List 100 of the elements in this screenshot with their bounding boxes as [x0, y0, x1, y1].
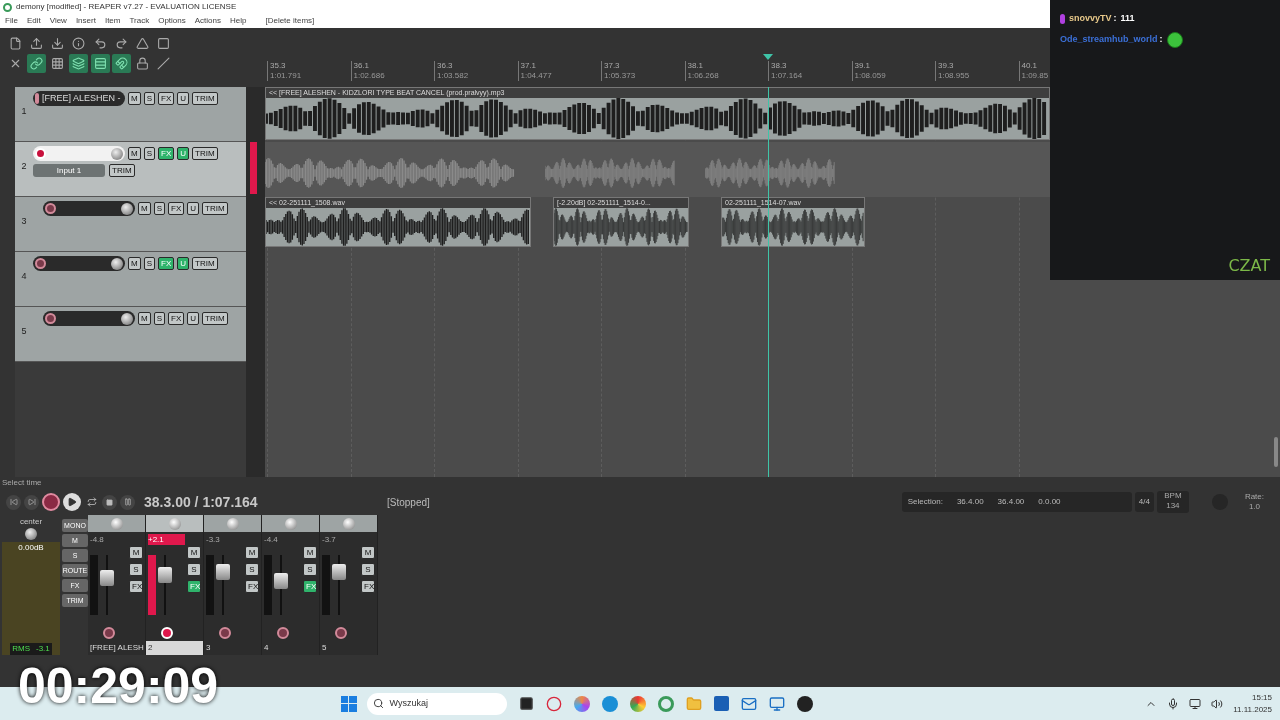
menu-item[interactable]: View [49, 15, 67, 27]
input-select[interactable]: Input 1 [33, 164, 105, 177]
scrollbar[interactable] [1274, 437, 1278, 467]
fader-track[interactable] [332, 555, 346, 615]
track-name-field[interactable] [33, 256, 125, 271]
task-view-icon[interactable] [518, 696, 534, 711]
app-icon[interactable] [796, 695, 813, 712]
trim-button[interactable]: TRIM [192, 257, 218, 270]
mute-button[interactable]: M [187, 546, 201, 559]
menu-item[interactable]: [Delete items] [265, 15, 315, 27]
phase-button[interactable]: U [177, 92, 190, 105]
solo-button[interactable]: S [245, 563, 259, 576]
microphone-icon[interactable] [1167, 697, 1180, 710]
tempo-value[interactable]: 134 [1166, 501, 1180, 511]
track-name-field[interactable] [43, 201, 135, 216]
selection-length[interactable]: 0.0.00 [1038, 496, 1061, 508]
selection-start[interactable]: 36.4.00 [956, 496, 984, 508]
solo-button[interactable]: S [361, 563, 375, 576]
channel-label[interactable]: 5 [320, 641, 377, 655]
fx-button[interactable]: FX [245, 580, 259, 593]
stop-icon[interactable] [102, 494, 117, 510]
go-to-end-icon[interactable] [24, 494, 39, 510]
play-icon[interactable] [63, 493, 81, 511]
track-header[interactable]: 2 M S FX U TRIM Input 1 TRIM [15, 142, 246, 197]
time-signature[interactable]: 4/4 [1134, 492, 1154, 512]
mute-button[interactable]: M [129, 546, 143, 559]
pause-icon[interactable] [120, 494, 135, 510]
solo-button[interactable]: S [143, 257, 155, 270]
mute-button[interactable]: M [128, 147, 141, 160]
menu-item[interactable]: Actions [194, 15, 221, 27]
menu-item[interactable]: Edit [26, 15, 41, 27]
channel-label[interactable]: [FREE] ALESH [88, 641, 145, 655]
trim-button[interactable]: TRIM [202, 312, 228, 325]
mute-button[interactable]: M [128, 257, 141, 270]
track-name-field[interactable]: [FREE] ALESHEN - [33, 91, 125, 106]
mute-button[interactable]: M [138, 312, 151, 325]
track-name-field[interactable] [43, 311, 135, 326]
volume-knob[interactable] [121, 202, 133, 215]
menu-item[interactable]: Help [230, 15, 247, 27]
solo-button[interactable]: S [153, 202, 165, 215]
taskbar-search-field[interactable]: Wyszukaj [366, 692, 507, 715]
window-icon[interactable] [768, 695, 785, 712]
fader-thumb[interactable] [158, 567, 172, 584]
solo-button[interactable]: S [187, 563, 201, 576]
channel-label[interactable]: 2 [146, 641, 203, 655]
menu-item[interactable]: Track [129, 15, 150, 27]
track-header[interactable]: 5 M S FX U TRIM [15, 307, 246, 362]
fx-button[interactable]: FX [158, 92, 175, 105]
fader-thumb[interactable] [216, 563, 230, 580]
trim-button[interactable]: TRIM [192, 92, 218, 105]
colorful-app-icon[interactable] [573, 695, 590, 712]
magnet-icon[interactable] [111, 54, 131, 73]
mute-button[interactable]: M [138, 202, 151, 215]
solo-button[interactable]: S [143, 147, 155, 160]
pan-knob[interactable] [25, 528, 37, 540]
fader-thumb[interactable] [274, 573, 288, 590]
fader-track[interactable] [158, 555, 172, 615]
fader-track[interactable] [100, 555, 114, 615]
fader-thumb[interactable] [332, 563, 346, 580]
phase-button[interactable]: U [187, 202, 200, 215]
solo-button[interactable]: S [153, 312, 165, 325]
ring-app-icon[interactable] [545, 695, 562, 712]
fader-track[interactable] [274, 555, 288, 615]
record-icon[interactable] [42, 493, 60, 511]
speaker-icon[interactable] [1211, 697, 1224, 710]
trim-button[interactable]: TRIM [192, 147, 218, 160]
solo-button[interactable]: S [129, 563, 143, 576]
menu-item[interactable]: Options [158, 15, 186, 27]
layers-icon[interactable] [69, 54, 89, 73]
go-to-start-icon[interactable] [6, 494, 21, 510]
fader-track[interactable] [216, 555, 230, 615]
menu-item[interactable]: Item [104, 15, 121, 27]
link-icon[interactable] [27, 54, 47, 73]
track-header[interactable]: 4 M S FX U TRIM [15, 252, 246, 307]
volume-knob[interactable] [121, 312, 133, 325]
start-icon[interactable] [340, 695, 357, 712]
channel-label[interactable]: 3 [204, 641, 261, 655]
menu-item[interactable]: Insert [75, 15, 96, 27]
phase-button[interactable]: U [187, 312, 200, 325]
mute-button[interactable]: M [245, 546, 259, 559]
fx-button[interactable]: FX [129, 580, 143, 593]
fx-button[interactable]: FX [168, 312, 185, 325]
clock-date[interactable]: 11.11.2025 [1233, 703, 1272, 716]
channel-label[interactable]: 4 [262, 641, 319, 655]
track-header[interactable]: 3 M S FX U TRIM [15, 197, 246, 252]
volume-knob[interactable] [111, 257, 123, 270]
solo-button[interactable]: S [303, 563, 317, 576]
solo-button[interactable]: S [143, 92, 155, 105]
fx-button[interactable]: FX [361, 580, 375, 593]
trim-button[interactable]: TRIM [109, 164, 135, 177]
menu-item[interactable]: File [5, 15, 18, 27]
clock-time[interactable]: 15:15 [1252, 691, 1272, 704]
mail-icon[interactable] [740, 695, 757, 712]
track-header[interactable]: 1 [FREE] ALESHEN - M S FX U TRIM [15, 87, 246, 142]
mute-button[interactable]: M [128, 92, 141, 105]
trim-button[interactable]: TRIM [202, 202, 228, 215]
fader-thumb[interactable] [100, 569, 114, 586]
rows-icon[interactable] [90, 54, 110, 73]
selection-end[interactable]: 36.4.00 [997, 496, 1025, 508]
fx-button[interactable]: FX [168, 202, 185, 215]
